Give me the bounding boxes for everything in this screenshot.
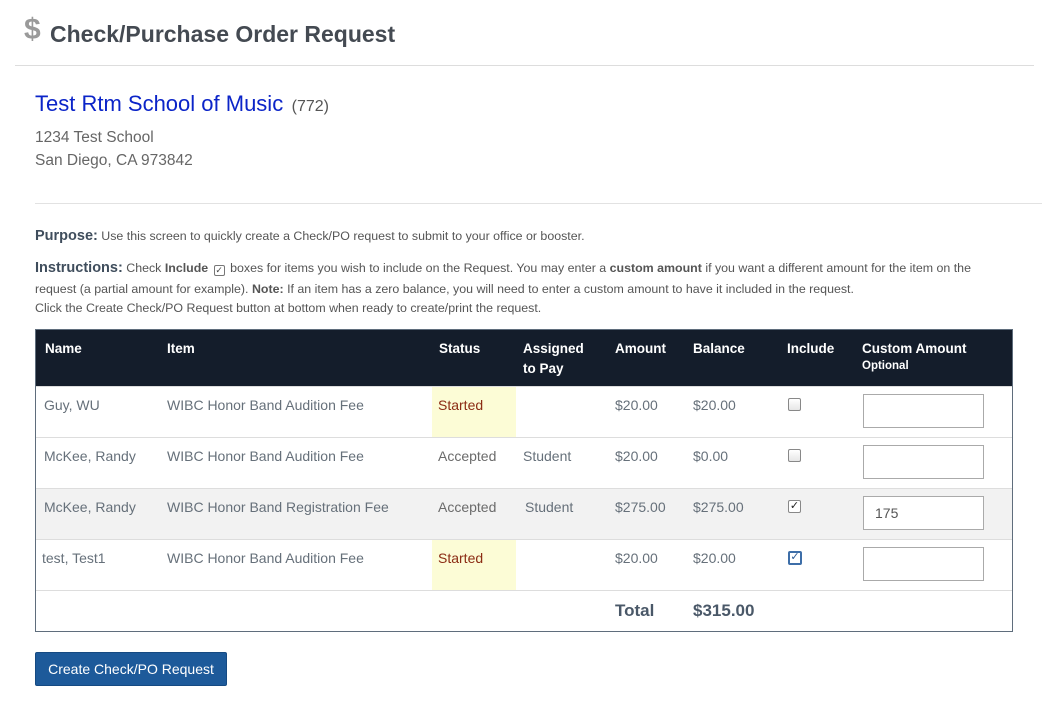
row-item: WIBC Honor Band Registration Fee [167, 499, 389, 515]
col-header-custom-label: Custom Amount [862, 341, 967, 356]
col-header-name: Name [45, 341, 82, 356]
school-address-line1: 1234 Test School [35, 129, 154, 146]
row-amount: $275.00 [615, 499, 666, 515]
divider [35, 203, 1042, 204]
col-header-assigned: Assigned to Pay [523, 339, 584, 379]
total-row: Total $315.00 [36, 590, 1012, 631]
table-row: McKee, Randy WIBC Honor Band Registratio… [36, 488, 1012, 539]
purpose-label: Purpose: [35, 228, 98, 244]
checkmark-icon: ✓ [790, 551, 800, 563]
purpose-text: Purpose: Use this screen to quickly crea… [35, 227, 585, 246]
school-address-line2: San Diego, CA 973842 [35, 152, 193, 169]
page-header: $ Check/Purchase Order Request [15, 0, 1034, 66]
row-name: Guy, WU [44, 397, 100, 413]
total-label: Total [615, 601, 655, 620]
custom-amount-input[interactable] [863, 547, 984, 581]
dollar-icon: $ [24, 13, 41, 46]
custom-amount-input[interactable] [863, 394, 984, 428]
row-amount: $20.00 [615, 448, 658, 464]
include-checkbox[interactable]: ✓ [788, 500, 801, 513]
table-header: Name Item Status Assigned to Pay Amount … [36, 330, 1012, 386]
create-check-po-request-button[interactable]: Create Check/PO Request [35, 652, 227, 686]
checkbox-checked-icon: ✓ [213, 265, 225, 276]
row-name: test, Test1 [42, 550, 106, 566]
note-label: Note: [251, 282, 284, 296]
include-checkbox[interactable]: ✓ [788, 551, 802, 565]
school-heading: Test Rtm School of Music (772) [35, 88, 329, 120]
custom-amount-keyword: custom amount [609, 261, 702, 275]
checkmark-icon: ✓ [789, 500, 800, 512]
custom-amount-input[interactable] [863, 445, 984, 479]
total-value: $315.00 [693, 601, 755, 620]
row-balance: $0.00 [693, 448, 729, 464]
instructions-text-3: if you want a different amount for the i… [701, 261, 971, 275]
col-header-custom-amount: Custom Amount Optional [862, 339, 967, 373]
row-item: WIBC Honor Band Audition Fee [167, 550, 364, 566]
instructions-label: Instructions: [35, 260, 123, 276]
row-item: WIBC Honor Band Audition Fee [167, 397, 364, 413]
row-item: WIBC Honor Band Audition Fee [167, 448, 364, 464]
instructions-line3: Click the Create Check/PO Request button… [35, 301, 542, 315]
row-amount: $20.00 [615, 397, 658, 413]
instructions-text-5: If an item has a zero balance, you will … [283, 282, 854, 296]
status-badge: Accepted [438, 499, 497, 515]
col-header-item: Item [167, 341, 195, 356]
status-badge: Started [432, 387, 516, 437]
instructions-text-4: request (a partial amount for example). [35, 282, 252, 296]
col-header-amount: Amount [615, 341, 666, 356]
instructions-line2: request (a partial amount for example). … [35, 280, 854, 299]
col-header-status: Status [439, 341, 481, 356]
purpose-body: Use this screen to quickly create a Chec… [97, 229, 585, 243]
col-header-assigned-line1: Assigned [523, 341, 584, 356]
row-assigned: Student [525, 499, 574, 515]
row-name: McKee, Randy [44, 448, 136, 464]
row-name: McKee, Randy [44, 499, 136, 515]
col-header-assigned-line2: to Pay [523, 361, 564, 376]
row-assigned: Student [523, 448, 572, 464]
row-amount: $20.00 [615, 550, 658, 566]
school-name: Test Rtm School of Music [35, 91, 284, 116]
status-badge: Started [432, 540, 516, 590]
col-header-include: Include [787, 341, 835, 356]
table-row: test, Test1 WIBC Honor Band Audition Fee… [36, 539, 1012, 590]
row-balance: $20.00 [693, 550, 736, 566]
col-header-custom-optional: Optional [862, 360, 909, 372]
instructions-text-1: Check [122, 261, 165, 275]
include-keyword: Include [164, 261, 209, 275]
col-header-balance: Balance [693, 341, 745, 356]
status-badge: Accepted [438, 448, 497, 464]
school-id: (772) [291, 98, 329, 115]
table-row: McKee, Randy WIBC Honor Band Audition Fe… [36, 437, 1012, 488]
instructions-line1: Instructions: Check Include ✓ boxes for … [35, 259, 971, 278]
row-balance: $275.00 [693, 499, 744, 515]
table-row: Guy, WU WIBC Honor Band Audition Fee Sta… [36, 386, 1012, 437]
include-checkbox[interactable] [788, 398, 801, 411]
row-balance: $20.00 [693, 397, 736, 413]
custom-amount-input[interactable] [863, 496, 984, 530]
include-checkbox[interactable] [788, 449, 801, 462]
instructions-text-2: boxes for items you wish to include on t… [226, 261, 610, 275]
page-title: Check/Purchase Order Request [50, 21, 396, 47]
request-table: Name Item Status Assigned to Pay Amount … [35, 329, 1013, 632]
